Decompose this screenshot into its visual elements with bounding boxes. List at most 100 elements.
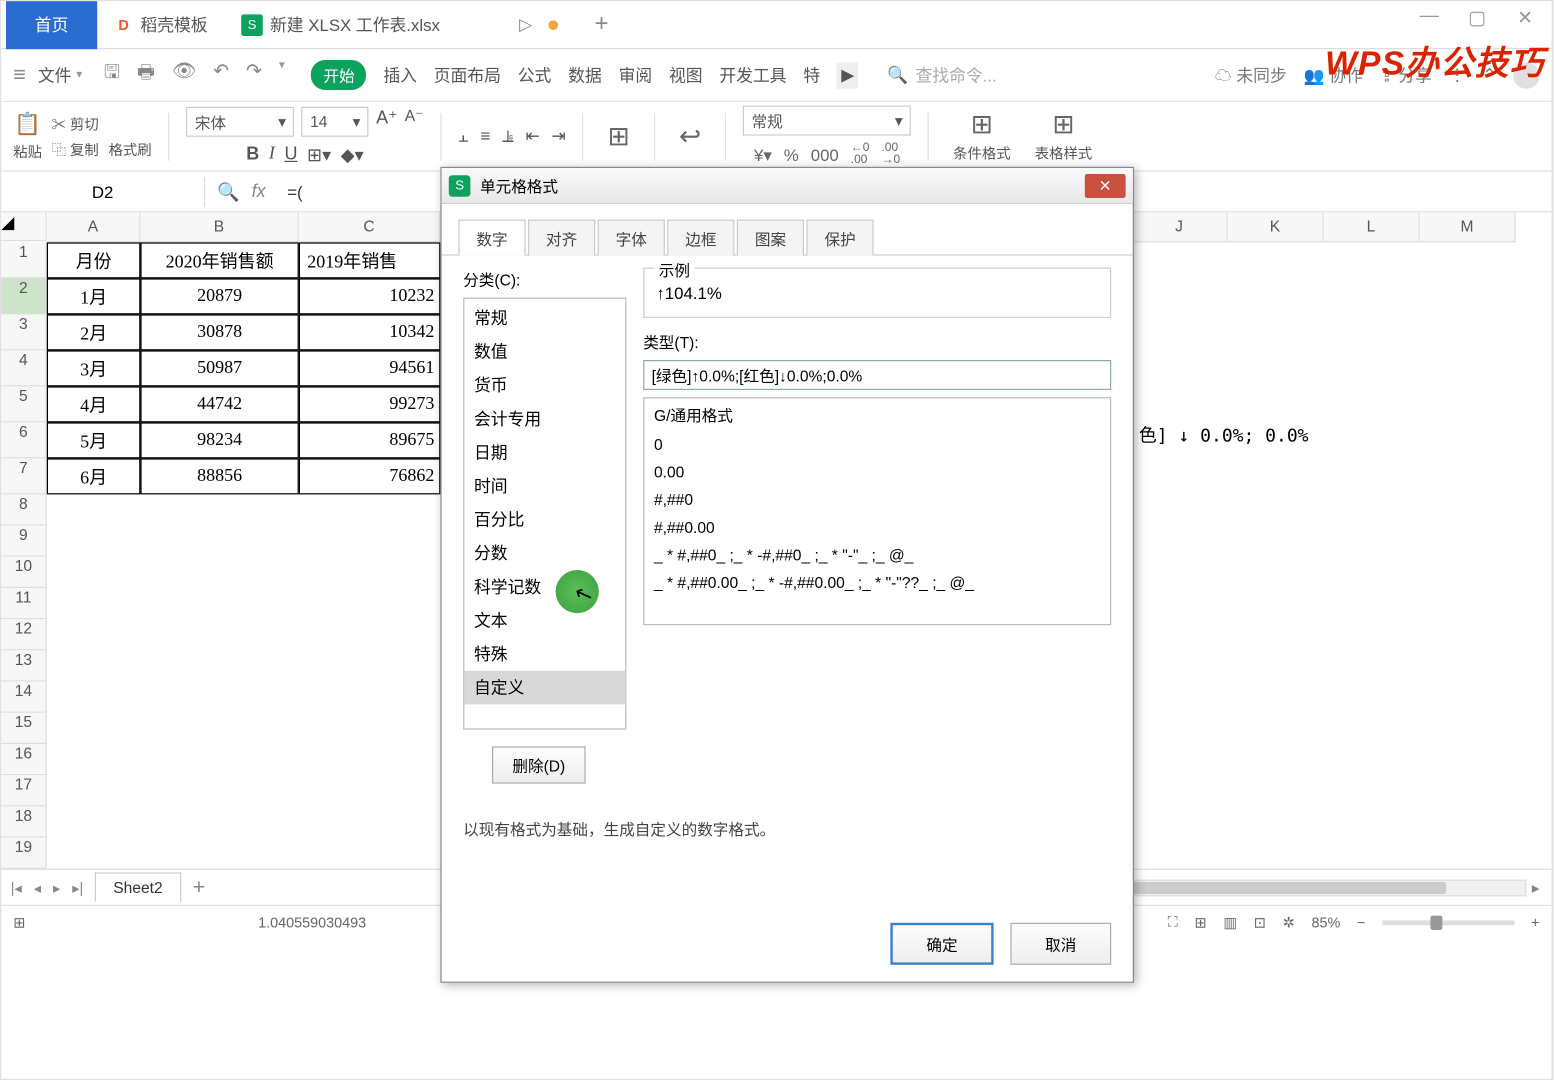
app-menu-icon[interactable]: ≡ — [13, 62, 26, 87]
cat-text[interactable]: 文本 — [464, 604, 625, 638]
ribbon-tab-data[interactable]: 数据 — [568, 63, 602, 87]
type-item[interactable]: _ * #,##0.00_ ;_ * -#,##0.00_ ;_ * "-"??… — [644, 569, 1110, 597]
ribbon-tab-dev[interactable]: 开发工具 — [719, 63, 786, 87]
cell-a2[interactable]: 1月 — [47, 278, 141, 314]
cell-c7[interactable]: 76862 — [299, 458, 441, 494]
zoom-icon[interactable]: 🔍 — [217, 181, 239, 203]
dialog-tab-pattern[interactable]: 图案 — [737, 220, 804, 256]
print-preview-icon[interactable]: 👁 — [172, 59, 196, 91]
col-header-b[interactable]: B — [140, 212, 298, 242]
command-search[interactable]: 🔍 查找命令... — [887, 63, 996, 87]
currency-format-icon[interactable]: ¥▾ — [754, 145, 772, 165]
cat-percent[interactable]: 百分比 — [464, 503, 625, 537]
row-header-16[interactable]: 16 — [1, 744, 47, 775]
italic-button[interactable]: I — [269, 144, 275, 166]
name-box[interactable]: D2 — [1, 177, 205, 206]
cell-b4[interactable]: 50987 — [140, 350, 298, 386]
save-icon[interactable]: 🖫 — [104, 59, 120, 91]
align-bottom-icon[interactable]: ⫡ — [502, 126, 513, 146]
row-header-4[interactable]: 4 — [1, 350, 47, 386]
cell-c1[interactable]: 2019年销售 — [299, 242, 441, 278]
increase-decimal-icon[interactable]: ←0.00 — [851, 143, 870, 167]
select-all-corner[interactable]: ◢ — [1, 212, 47, 241]
cell-b6[interactable]: 98234 — [140, 422, 298, 458]
cancel-button[interactable]: 取消 — [1010, 923, 1111, 965]
sheet-tab-sheet2[interactable]: Sheet2 — [95, 872, 180, 902]
fullscreen-icon[interactable]: ⛶ — [1168, 913, 1178, 931]
settings-icon[interactable]: ✲ — [1283, 914, 1295, 931]
view-normal-icon[interactable]: ⊞ — [1194, 914, 1206, 931]
type-item[interactable]: #,##0.00 — [644, 514, 1110, 542]
cell-c2[interactable]: 10232 — [299, 278, 441, 314]
copy-button[interactable]: ⿻ 复制 — [52, 139, 99, 159]
ribbon-tab-special[interactable]: 特 — [803, 63, 820, 87]
comma-format-icon[interactable]: 000 — [811, 145, 839, 164]
sheet-nav-prev[interactable]: ◂ — [34, 879, 41, 896]
cell-c5[interactable]: 99273 — [299, 386, 441, 422]
bold-button[interactable]: B — [246, 144, 259, 166]
indent-left-icon[interactable]: ⇤ — [525, 126, 539, 146]
fx-icon[interactable]: fx — [252, 181, 266, 201]
row-header-17[interactable]: 17 — [1, 775, 47, 806]
play-icon[interactable]: ▷ — [519, 14, 532, 34]
window-maximize[interactable]: ▢ — [1465, 6, 1489, 30]
dialog-close-button[interactable]: ✕ — [1085, 173, 1126, 197]
percent-format-icon[interactable]: % — [784, 145, 799, 164]
undo-icon[interactable]: ↶ — [213, 59, 229, 91]
cell-b5[interactable]: 44742 — [140, 386, 298, 422]
cell-b3[interactable]: 30878 — [140, 314, 298, 350]
row-header-12[interactable]: 12 — [1, 619, 47, 650]
fill-color-button[interactable]: ◆▾ — [341, 144, 364, 166]
type-item[interactable]: 0 — [644, 431, 1110, 459]
indent-right-icon[interactable]: ⇥ — [552, 126, 566, 146]
row-header-5[interactable]: 5 — [1, 386, 47, 422]
cell-a6[interactable]: 5月 — [47, 422, 141, 458]
conditional-format-button[interactable]: ⊞条件格式 — [946, 109, 1018, 163]
cell-a5[interactable]: 4月 — [47, 386, 141, 422]
cat-custom[interactable]: 自定义 — [464, 671, 625, 705]
cat-scientific[interactable]: 科学记数 — [464, 570, 625, 604]
tab-docker-templates[interactable]: D 稻壳模板 — [97, 1, 224, 49]
col-header-l[interactable]: L — [1324, 212, 1420, 242]
table-style-button[interactable]: ⊞表格样式 — [1027, 109, 1099, 163]
col-header-a[interactable]: A — [47, 212, 141, 242]
align-middle-icon[interactable]: ≡ — [480, 126, 490, 146]
cat-currency[interactable]: 货币 — [464, 368, 625, 402]
tab-current-file[interactable]: S 新建 XLSX 工作表.xlsx ▷ — [224, 1, 575, 49]
sync-status[interactable]: ☁ 未同步 — [1215, 63, 1287, 87]
decrease-font-icon[interactable]: A⁻ — [405, 107, 424, 137]
col-header-c[interactable]: C — [299, 212, 441, 242]
dialog-tab-font[interactable]: 字体 — [598, 220, 665, 256]
sheet-nav-first[interactable]: |◂ — [11, 879, 22, 896]
cat-number[interactable]: 数值 — [464, 335, 625, 369]
font-size-select[interactable]: 14▾ — [302, 107, 369, 137]
cell-a7[interactable]: 6月 — [47, 458, 141, 494]
type-item[interactable]: 0.00 — [644, 458, 1110, 486]
cell-a4[interactable]: 3月 — [47, 350, 141, 386]
ribbon-tab-layout[interactable]: 页面布局 — [434, 63, 501, 87]
cat-time[interactable]: 时间 — [464, 469, 625, 503]
row-header-1[interactable]: 1 — [1, 242, 47, 278]
underline-button[interactable]: U — [284, 144, 297, 166]
cat-accounting[interactable]: 会计专用 — [464, 402, 625, 436]
format-painter-button[interactable]: 格式刷 — [108, 139, 151, 159]
number-format-select[interactable]: 常规▾ — [743, 106, 911, 136]
wrap-text-button[interactable]: ↩ — [672, 121, 709, 152]
window-minimize[interactable]: — — [1417, 6, 1441, 30]
type-item[interactable]: _ * #,##0_ ;_ * -#,##0_ ;_ * "-"_ ;_ @_ — [644, 541, 1110, 569]
cut-button[interactable]: ✂ 剪切 — [52, 113, 99, 133]
col-header-j[interactable]: J — [1132, 212, 1228, 242]
scroll-right-icon[interactable]: ▸ — [1532, 878, 1540, 897]
row-header-19[interactable]: 19 — [1, 838, 47, 869]
row-header-14[interactable]: 14 — [1, 682, 47, 713]
cell-a1[interactable]: 月份 — [47, 242, 141, 278]
font-family-select[interactable]: 宋体▾ — [186, 107, 294, 137]
qa-dropdown-icon[interactable]: ▾ — [279, 59, 285, 91]
zoom-in-icon[interactable]: + — [1531, 914, 1539, 931]
sheet-nav-next[interactable]: ▸ — [53, 879, 60, 896]
format-type-list[interactable]: G/通用格式 0 0.00 #,##0 #,##0.00 _ * #,##0_ … — [643, 397, 1111, 625]
cat-special[interactable]: 特殊 — [464, 637, 625, 671]
row-header-7[interactable]: 7 — [1, 458, 47, 494]
new-tab-button[interactable]: + — [575, 11, 627, 39]
ribbon-scroll-right[interactable]: ▶ — [837, 62, 859, 88]
